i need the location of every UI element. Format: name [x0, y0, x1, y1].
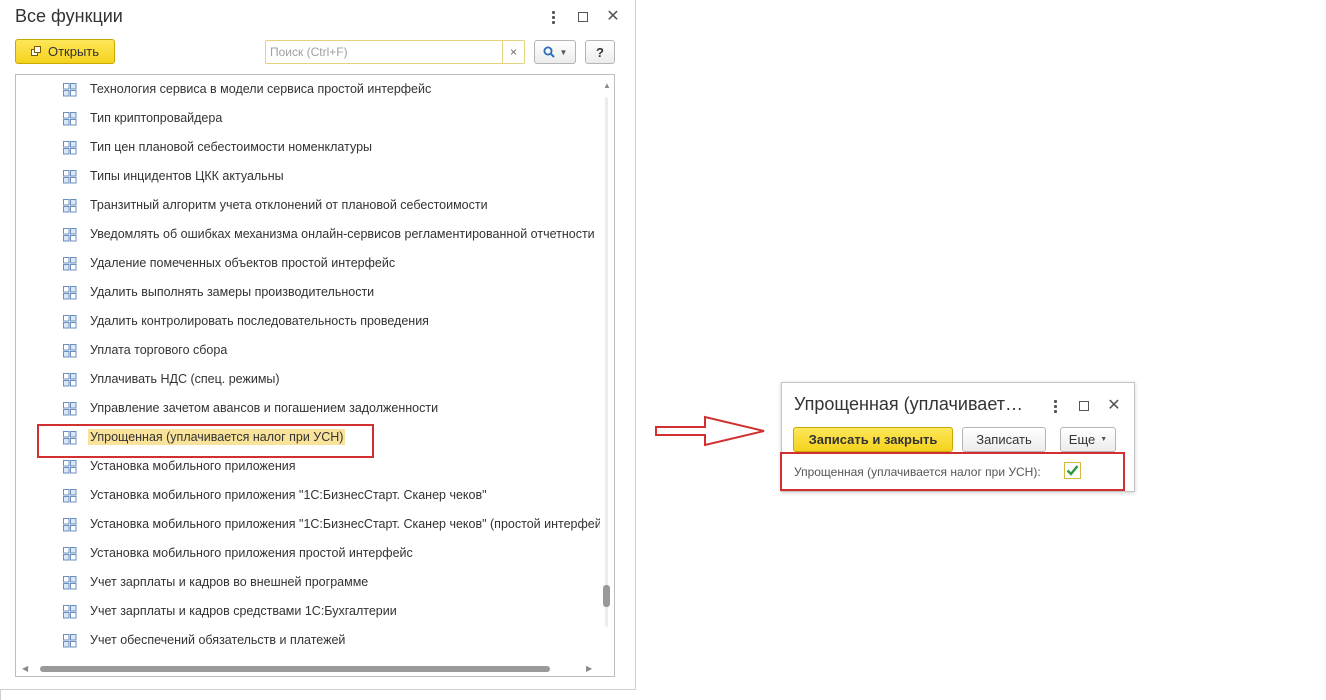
- save-and-close-label: Записать и закрыть: [808, 432, 938, 447]
- list-item-label: Уплачивать НДС (спец. режимы): [90, 372, 280, 386]
- list-item[interactable]: Удалить контролировать последовательност…: [16, 307, 601, 336]
- search-options-button[interactable]: ▼: [534, 40, 576, 64]
- list-item[interactable]: Установка мобильного приложения "1С:Бизн…: [16, 481, 601, 510]
- dialog-title: Упрощенная (уплачивает…: [794, 394, 1023, 414]
- open-button[interactable]: Открыть: [15, 39, 115, 64]
- more-actions-icon[interactable]: [544, 8, 562, 26]
- list-item-label: Установка мобильного приложения "1С:Бизн…: [90, 488, 487, 502]
- more-button[interactable]: Еще ▼: [1060, 427, 1116, 452]
- list-item[interactable]: Удалить выполнять замеры производительно…: [16, 278, 601, 307]
- list-item[interactable]: Установка мобильного приложения простой …: [16, 539, 601, 568]
- hscroll-thumb[interactable]: [40, 666, 550, 672]
- list-item-label: Тип криптопровайдера: [90, 111, 223, 125]
- list-item-label: Учет зарплаты и кадров во внешней програ…: [90, 575, 369, 589]
- list-item[interactable]: Уплата торгового сбора: [16, 336, 601, 365]
- list-item-label: Тип цен плановой себестоимости номенклат…: [90, 140, 373, 154]
- function-icon: [63, 576, 77, 590]
- list-item[interactable]: Удаление помеченных объектов простой инт…: [16, 249, 601, 278]
- search-input[interactable]: [266, 41, 502, 63]
- more-label: Еще: [1068, 432, 1096, 447]
- list-item-label: Установка мобильного приложения: [90, 459, 296, 473]
- highlight-frame: [37, 424, 374, 458]
- function-icon: [63, 286, 77, 300]
- clear-search-icon[interactable]: ×: [502, 41, 524, 63]
- window-edge: [0, 690, 1, 700]
- dialog-more-icon[interactable]: [1046, 397, 1064, 415]
- function-icon: [63, 228, 77, 242]
- search-box: ×: [265, 40, 525, 64]
- all-functions-window: Все функции ✕ Открыть × ▼: [0, 0, 636, 690]
- list-item[interactable]: Установка мобильного приложения "1С:Бизн…: [16, 510, 612, 539]
- list-item-label: Технология сервиса в модели сервиса прос…: [90, 82, 432, 96]
- function-icon: [63, 518, 77, 532]
- function-icon: [63, 547, 77, 561]
- function-icon: [63, 83, 77, 97]
- list-item-label: Управление зачетом авансов и погашением …: [90, 401, 439, 415]
- function-icon: [63, 605, 77, 619]
- dialog-highlight-frame: [780, 452, 1125, 491]
- function-icon: [63, 460, 77, 474]
- list-item[interactable]: Учет зарплаты и кадров средствами 1С:Бух…: [16, 597, 601, 626]
- scroll-track: [605, 97, 608, 627]
- help-button[interactable]: ?: [585, 40, 615, 64]
- list-item[interactable]: Тип криптопровайдера: [16, 104, 601, 133]
- function-icon: [63, 489, 77, 503]
- list-item-label: Удалить выполнять замеры производительно…: [90, 285, 375, 299]
- list-item[interactable]: Учет зарплаты и кадров во внешней програ…: [16, 568, 601, 597]
- close-icon[interactable]: ✕: [604, 8, 622, 26]
- list-item[interactable]: Тип цен плановой себестоимости номенклат…: [16, 133, 601, 162]
- scroll-thumb[interactable]: [603, 585, 610, 607]
- function-icon: [63, 344, 77, 358]
- function-icon: [63, 373, 77, 387]
- screenshot-stage: Все функции ✕ Открыть × ▼: [0, 0, 1326, 700]
- save-button[interactable]: Записать: [962, 427, 1046, 452]
- list-item[interactable]: Уплачивать НДС (спец. режимы): [16, 365, 601, 394]
- list-item-label: Установка мобильного приложения "1С:Бизн…: [90, 517, 613, 531]
- function-icon: [63, 402, 77, 416]
- list-item[interactable]: Уведомлять об ошибках механизма онлайн-с…: [16, 220, 601, 249]
- functions-list: Технология сервиса в модели сервиса прос…: [15, 74, 615, 677]
- arrow-right-icon: [655, 415, 765, 447]
- dialog-maximize-icon[interactable]: [1075, 397, 1093, 415]
- save-and-close-button[interactable]: Записать и закрыть: [793, 427, 953, 452]
- horizontal-scrollbar[interactable]: ◀ ▶: [16, 662, 614, 676]
- list-item-label: Типы инцидентов ЦКК актуальны: [90, 169, 284, 183]
- scroll-up-icon[interactable]: ▲: [603, 81, 611, 90]
- function-icon: [63, 170, 77, 184]
- window-title: Все функции: [15, 6, 123, 26]
- list-item-label: Установка мобильного приложения простой …: [90, 546, 413, 560]
- list-item[interactable]: Транзитный алгоритм учета отклонений от …: [16, 191, 601, 220]
- function-icon: [63, 257, 77, 271]
- open-button-label: Открыть: [47, 44, 100, 59]
- list-item-label: Транзитный алгоритм учета отклонений от …: [90, 198, 488, 212]
- function-icon: [63, 141, 77, 155]
- function-icon: [63, 199, 77, 213]
- list-item-label: Уведомлять об ошибках механизма онлайн-с…: [90, 227, 595, 241]
- vertical-scrollbar[interactable]: ▲: [600, 75, 614, 663]
- list-item-label: Удалить контролировать последовательност…: [90, 314, 429, 328]
- list-item-label: Учет зарплаты и кадров средствами 1С:Бух…: [90, 604, 397, 618]
- open-icon: [30, 46, 41, 56]
- list-item[interactable]: Типы инцидентов ЦКК актуальны: [16, 162, 601, 191]
- search-icon: [543, 46, 555, 58]
- dialog-close-icon[interactable]: ✕: [1105, 397, 1123, 415]
- scroll-right-icon[interactable]: ▶: [586, 664, 592, 673]
- function-icon: [63, 315, 77, 329]
- chevron-down-icon: ▼: [559, 47, 568, 57]
- list-item-label: Учет обеспечений обязательств и платежей: [90, 633, 346, 647]
- more-chevron-icon: ▼: [1100, 436, 1108, 443]
- list-item[interactable]: Управление зачетом авансов и погашением …: [16, 394, 601, 423]
- list-item-label: Уплата торгового сбора: [90, 343, 228, 357]
- function-icon: [63, 634, 77, 648]
- save-label: Записать: [976, 432, 1032, 447]
- list-item[interactable]: Учет обеспечений обязательств и платежей: [16, 626, 601, 655]
- list-item[interactable]: Технология сервиса в модели сервиса прос…: [16, 75, 601, 104]
- maximize-icon[interactable]: [574, 8, 592, 26]
- list-item-label: Удаление помеченных объектов простой инт…: [90, 256, 396, 270]
- scroll-left-icon[interactable]: ◀: [22, 664, 28, 673]
- function-icon: [63, 112, 77, 126]
